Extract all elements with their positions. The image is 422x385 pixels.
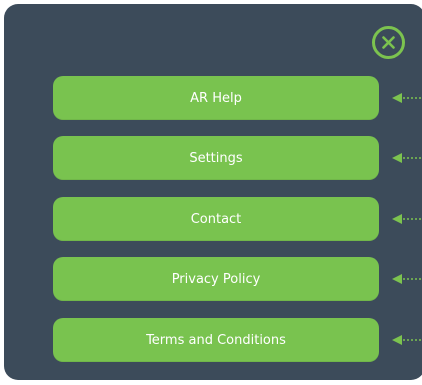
close-button[interactable] (372, 26, 405, 59)
ar-help-label: AR Help (190, 90, 242, 106)
close-icon (382, 36, 395, 49)
settings-label: Settings (189, 150, 243, 166)
terms-and-conditions-label: Terms and Conditions (146, 332, 286, 348)
settings-button[interactable]: Settings (53, 136, 379, 180)
terms-and-conditions-button[interactable]: Terms and Conditions (53, 318, 379, 362)
ar-help-button[interactable]: AR Help (53, 76, 379, 120)
pointer-arrow-icon (392, 214, 422, 224)
pointer-arrow-icon (392, 153, 422, 163)
contact-button[interactable]: Contact (53, 197, 379, 241)
privacy-policy-label: Privacy Policy (171, 271, 261, 287)
contact-label: Contact (190, 211, 242, 227)
pointer-arrow-icon (392, 93, 422, 103)
pointer-arrow-icon (392, 274, 422, 284)
privacy-policy-button[interactable]: Privacy Policy (53, 257, 379, 301)
pointer-arrow-icon (392, 335, 422, 345)
